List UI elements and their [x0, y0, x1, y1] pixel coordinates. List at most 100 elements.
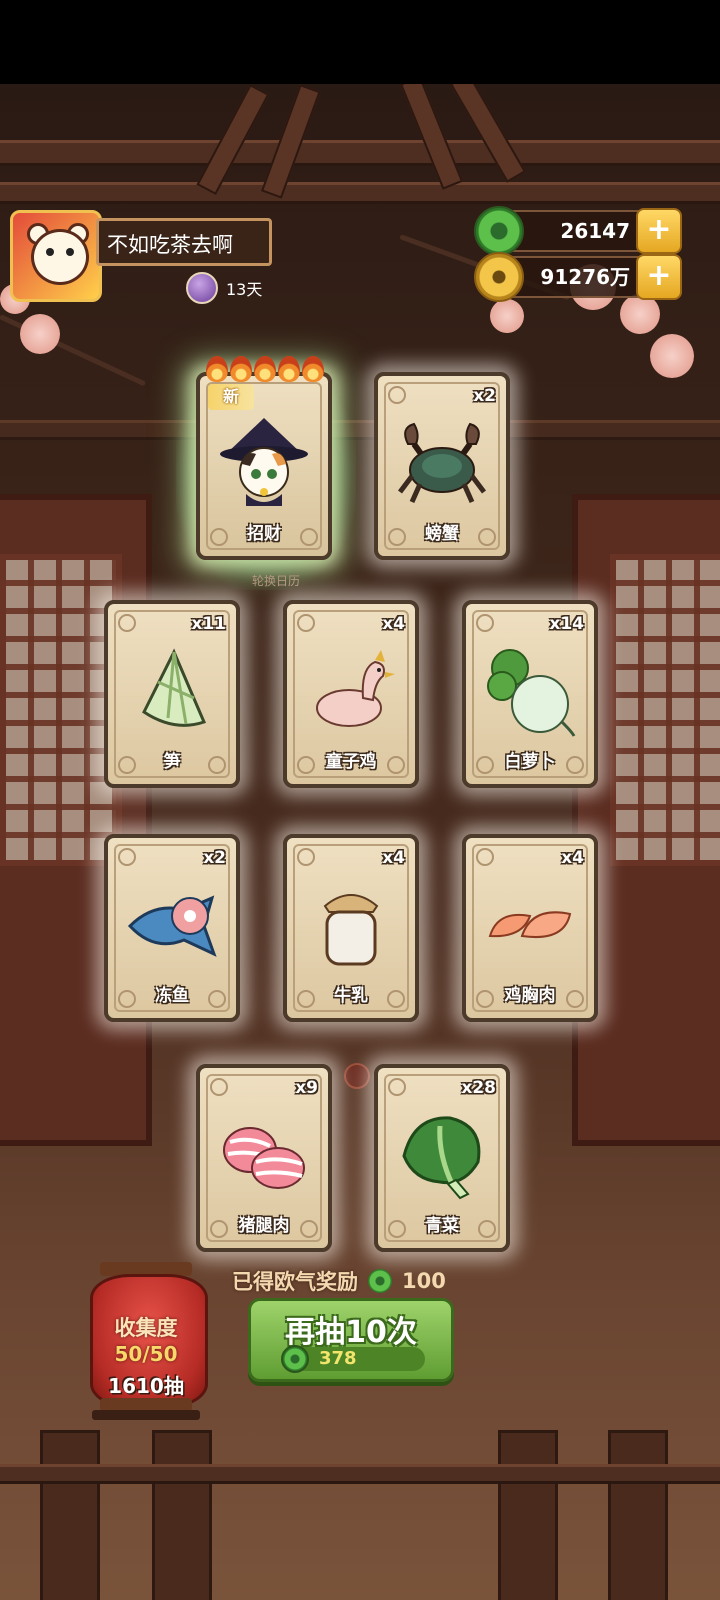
- card-label: 牛乳: [334, 986, 368, 1006]
- card-label: 猪腿肉: [238, 1216, 290, 1236]
- collection-lantern[interactable]: 收集度 50/50 1610抽: [90, 1262, 208, 1420]
- card-label: 青菜: [425, 1216, 459, 1236]
- rafter: [450, 84, 527, 183]
- jade-icon: [474, 206, 524, 256]
- card-ornament: [210, 1078, 228, 1096]
- draw-button-label: 再抽10次: [285, 1315, 417, 1350]
- add-jade-button[interactable]: +: [636, 208, 682, 254]
- blossom: [20, 314, 60, 354]
- railing-post: [608, 1430, 668, 1600]
- card-crab[interactable]: x2 螃蟹: [374, 372, 510, 560]
- login-days[interactable]: 13天: [186, 272, 263, 304]
- flame-icon: [254, 356, 276, 382]
- blossom: [620, 294, 660, 334]
- card-ornament: [297, 614, 315, 632]
- card-label: 笋: [163, 752, 181, 772]
- card-ornament: [476, 848, 494, 866]
- collection-progress: 50/50: [114, 1342, 178, 1366]
- card-count: x2: [203, 848, 226, 868]
- rafter: [400, 84, 464, 190]
- card-ornament: [118, 614, 136, 632]
- player-name: 不如吃茶去啊: [96, 218, 272, 266]
- draw-cost-value: 378: [319, 1348, 357, 1369]
- blossom: [490, 299, 524, 333]
- flame-icon: [230, 356, 252, 382]
- collection-title: 收集度: [114, 1316, 178, 1340]
- total-draws: 1610抽: [108, 1374, 184, 1398]
- card-ornament: [476, 614, 494, 632]
- card-milk[interactable]: x4 牛乳: [283, 834, 419, 1022]
- roof-beam: [0, 182, 720, 204]
- status-bar: [0, 0, 720, 84]
- railing-post: [40, 1430, 100, 1600]
- young-chicken-icon: [316, 650, 395, 727]
- add-coins-button[interactable]: +: [636, 254, 682, 300]
- card-label: 冻鱼: [155, 986, 189, 1006]
- card-count: x11: [191, 614, 226, 634]
- card-count: x14: [549, 614, 584, 634]
- roof-beam: [0, 140, 720, 166]
- card-label: 白萝卜: [504, 752, 556, 772]
- card-count: x4: [382, 848, 405, 868]
- card-chicken-breast[interactable]: x4 鸡胸肉: [462, 834, 598, 1022]
- bok-choy-icon: [402, 1116, 481, 1200]
- jade-currency: 26147 +: [474, 206, 682, 256]
- railing-post: [152, 1430, 212, 1600]
- coin-currency: 91276万 +: [474, 252, 682, 302]
- jade-icon: [281, 1345, 309, 1373]
- draw-ten-again-button[interactable]: 再抽10次 378: [248, 1298, 454, 1382]
- milk-jar-icon: [323, 894, 379, 966]
- lantern-stand: [92, 1410, 200, 1420]
- white-radish-icon: [487, 649, 576, 737]
- card-label: 童子鸡: [325, 752, 377, 772]
- crab-icon: [398, 422, 486, 504]
- card-label: 螃蟹: [425, 524, 459, 544]
- reward-label: 已得欧气奖励: [232, 1270, 358, 1294]
- card-bok-choy[interactable]: x28 青菜: [374, 1064, 510, 1252]
- draw-cost: 378: [281, 1345, 425, 1373]
- coin-icon: [474, 252, 524, 302]
- card-label: 鸡胸肉: [504, 986, 556, 1006]
- flame-icon: [278, 356, 300, 382]
- center-ornament: [344, 1063, 370, 1089]
- coin-amount: 91276万: [540, 265, 630, 289]
- card-count: x28: [461, 1078, 496, 1098]
- luck-reward-status: 已得欧气奖励 100: [232, 1265, 492, 1297]
- days-count: 13天: [226, 280, 263, 299]
- card-pork-leg[interactable]: x9 猪腿肉: [196, 1064, 332, 1252]
- card-label: 招财: [247, 524, 281, 544]
- card-count: x9: [295, 1078, 318, 1098]
- card-ornament: [388, 1078, 406, 1096]
- card-count: x4: [561, 848, 584, 868]
- rotation-calendar-label: 轮换日历: [251, 574, 300, 588]
- card-white-radish[interactable]: x14 白萝卜: [462, 600, 598, 788]
- avatar-face: [31, 229, 89, 285]
- player-avatar[interactable]: [10, 210, 102, 302]
- chicken-breast-icon: [488, 911, 572, 938]
- railing-beam: [0, 1464, 720, 1484]
- card-frozen-fish[interactable]: x2 冻鱼: [104, 834, 240, 1022]
- calendar-character-icon: [186, 272, 218, 304]
- railing-post: [498, 1430, 558, 1600]
- card-bamboo-shoot[interactable]: x11 笋: [104, 600, 240, 788]
- calico-cat-witch-icon: [220, 418, 308, 506]
- card-ornament: [297, 848, 315, 866]
- jade-icon: [368, 1269, 392, 1293]
- card-count: x4: [382, 614, 405, 634]
- wall-beam: [0, 420, 720, 440]
- frozen-fish-icon: [127, 895, 217, 957]
- flame-icon: [302, 356, 324, 382]
- blossom: [650, 334, 694, 378]
- card-young-chicken[interactable]: x4 童子鸡: [283, 600, 419, 788]
- card-ornament: [118, 848, 136, 866]
- bamboo-shoot-icon: [142, 648, 207, 727]
- pork-leg-icon: [223, 1127, 305, 1189]
- card-count: x2: [473, 386, 496, 406]
- flame-icon: [206, 356, 228, 382]
- new-badge: 新: [208, 384, 254, 410]
- right-lattice-window: [610, 554, 720, 866]
- rarity-flames: [206, 356, 324, 382]
- jade-amount: 26147: [560, 219, 630, 243]
- reward-value: 100: [402, 1269, 446, 1293]
- card-ornament: [388, 386, 406, 404]
